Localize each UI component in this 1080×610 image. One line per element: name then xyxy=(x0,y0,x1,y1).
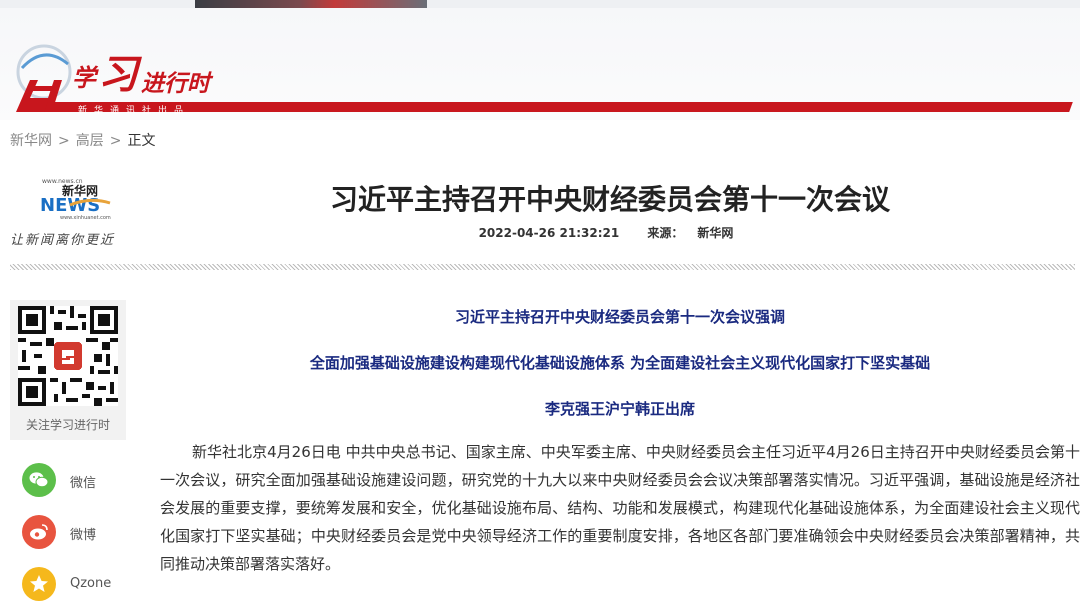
share-weibo-label: 微博 xyxy=(70,528,97,543)
logo-char-xi: 习 xyxy=(98,51,138,98)
source-slogan: 让新闻离你更近 xyxy=(10,233,116,248)
subheading-1: 习近平主持召开中央财经委员会第十一次会议强调 xyxy=(454,308,785,326)
breadcrumb-section-link[interactable]: 高层 xyxy=(76,133,104,149)
breadcrumb: 新华网 > 高层 > 正文 xyxy=(10,130,155,150)
share-qzone-button[interactable]: Qzone xyxy=(22,567,132,601)
header-photo xyxy=(195,0,427,8)
breadcrumb-current: 正文 xyxy=(127,133,156,149)
breadcrumb-separator: > xyxy=(58,133,70,149)
subheading-3: 李克强王沪宁韩正出席 xyxy=(544,400,695,418)
source-value: 新华网 xyxy=(697,226,734,240)
logo-char-xue: 学 xyxy=(72,63,97,92)
breadcrumb-separator: > xyxy=(109,133,122,149)
share-weibo-button[interactable]: 微博 xyxy=(22,515,132,549)
share-wechat-button[interactable]: 微信 xyxy=(22,463,132,497)
breadcrumb-home-link[interactable]: 新华网 xyxy=(10,133,52,149)
top-strip xyxy=(0,0,1080,8)
divider xyxy=(10,264,1075,270)
xinhuanet-logo-icon[interactable]: www.news.cn 新华网 NEWS www.xinhuanet.com xyxy=(40,175,112,221)
share-qzone-label: Qzone xyxy=(70,576,112,591)
article-meta: 2022-04-26 21:32:21 来源： 新华网 xyxy=(160,224,1060,241)
column-banner[interactable]: 学 习 进行时 新华通讯社出品 xyxy=(0,8,1080,120)
qr-box: 关注学习进行时 xyxy=(10,300,126,440)
publish-datetime: 2022-04-26 21:32:21 xyxy=(478,226,620,240)
source-label: 来源： xyxy=(647,226,684,240)
logo-title-rest: 进行时 xyxy=(141,71,210,97)
wechat-icon xyxy=(22,463,56,497)
logo-letters-text: NEWS xyxy=(40,195,100,216)
share-wechat-label: 微信 xyxy=(70,476,97,491)
qzone-icon xyxy=(22,567,56,601)
qr-label: 关注学习进行时 xyxy=(25,418,110,432)
article-title: 习近平主持召开中央财经委员会第十一次会议 xyxy=(329,183,890,216)
banner-red-bar xyxy=(44,102,1073,112)
subheading-2: 全面加强基础设施建设构建现代化基础设施体系 为全面建设社会主义现代化国家打下坚实… xyxy=(309,354,931,372)
logo-suburl-text: www.xinhuanet.com xyxy=(60,215,111,221)
article-body-paragraph: 新华社北京4月26日电 中共中央总书记、国家主席、中央军委主席、中央财经委员会主… xyxy=(160,443,1080,573)
weibo-icon xyxy=(22,515,56,549)
publisher-label: 新华通讯社出品 xyxy=(78,106,191,116)
qr-code-icon xyxy=(18,306,118,406)
